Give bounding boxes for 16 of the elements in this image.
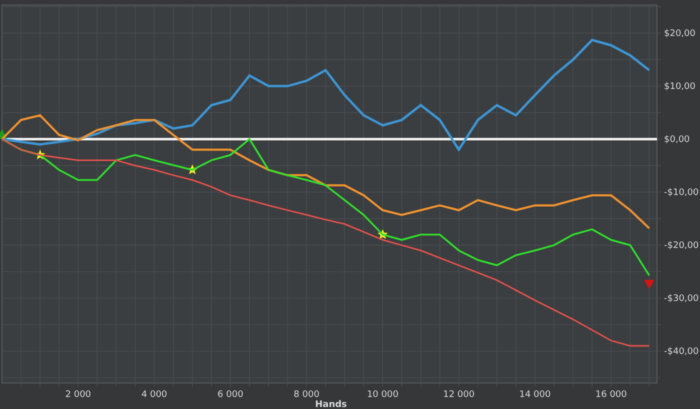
tick-label: 12 000	[443, 390, 475, 400]
tick-label: $0,00	[664, 135, 690, 146]
tick-label: 16 000	[595, 390, 627, 400]
tick-label: -$40,00	[664, 347, 699, 358]
tick-label: -$10,00	[664, 188, 699, 198]
tick-label: -$20,00	[664, 241, 699, 252]
tick-label: 2 000	[65, 390, 92, 400]
tick-label: 10 000	[366, 390, 398, 400]
tick-label: 4 000	[141, 390, 168, 400]
tick-label: $20,00	[664, 29, 696, 40]
tick-label: 14 000	[519, 390, 551, 400]
tick-label: $10,00	[664, 82, 696, 92]
axis-title: Hands	[315, 400, 347, 409]
tick-label: -$30,00	[664, 294, 699, 304]
tick-label: 6 000	[218, 390, 244, 400]
tick-label: 8 000	[294, 390, 320, 400]
